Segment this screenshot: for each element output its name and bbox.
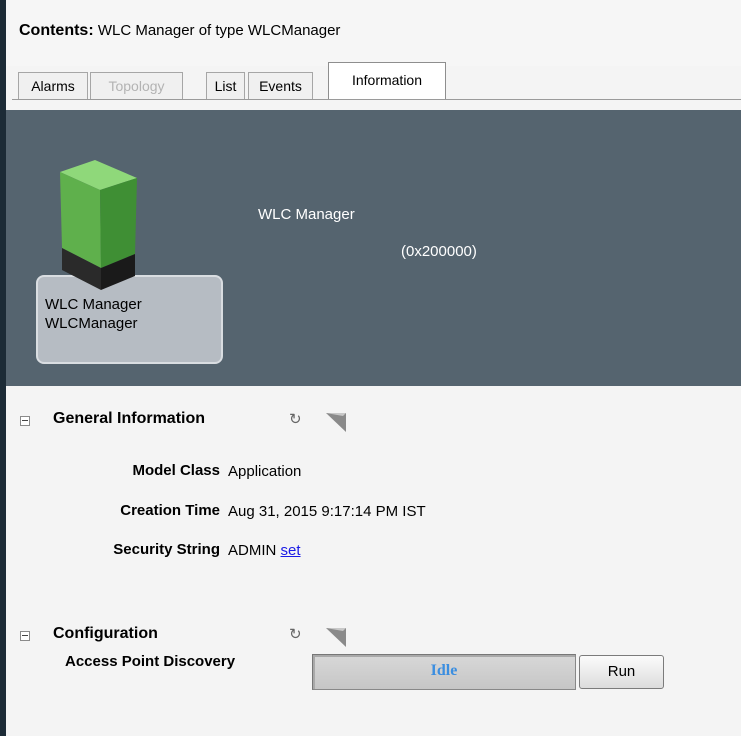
discovery-status-bar: Idle [312,654,576,690]
contents-label: Contents: [19,22,94,39]
run-discovery-button[interactable]: Run [579,655,664,689]
security-string-value: ADMIN set [228,542,301,559]
tab-topology: Topology [90,72,183,99]
collapse-general-icon[interactable] [20,416,30,426]
tab-strip-divider [12,99,741,100]
model-handle: (0x200000) [401,243,477,260]
model-name: WLC Manager [258,206,355,223]
contents-title: Contents: WLC Manager of type WLCManager [19,22,340,40]
security-string-label: Security String [113,541,220,558]
set-security-link[interactable]: set [281,542,301,559]
contents-panel: Contents: WLC Manager of type WLCManager… [6,0,741,736]
cube-icon[interactable] [38,150,158,305]
contents-header: Contents: WLC Manager of type WLCManager [6,0,741,66]
tab-alarms[interactable]: Alarms [18,72,88,99]
model-banner: WLC Manager WLCManager WLC Manager (0x20… [6,110,741,386]
edit-wedge-icon[interactable] [324,625,350,649]
tab-information[interactable]: Information [328,62,446,100]
creation-time-value: Aug 31, 2015 9:17:14 PM IST [228,503,426,520]
tab-events[interactable]: Events [248,72,313,99]
model-class-label: Model Class [132,462,220,479]
collapse-configuration-icon[interactable] [20,631,30,641]
configuration-title: Configuration [53,625,158,642]
model-class-value: Application [228,463,302,480]
tab-list[interactable]: List [206,72,245,99]
access-point-discovery-label: Access Point Discovery [65,653,236,670]
security-string-text: ADMIN [228,542,277,559]
general-information-title: General Information [53,410,206,427]
creation-time-label: Creation Time [120,502,220,519]
contents-title-text: WLC Manager of type WLCManager [97,22,341,39]
model-icon-type: WLCManager [45,315,138,332]
edit-wedge-icon[interactable] [324,410,350,434]
refresh-icon[interactable]: ↻ [289,625,302,643]
refresh-icon[interactable]: ↻ [289,410,302,428]
